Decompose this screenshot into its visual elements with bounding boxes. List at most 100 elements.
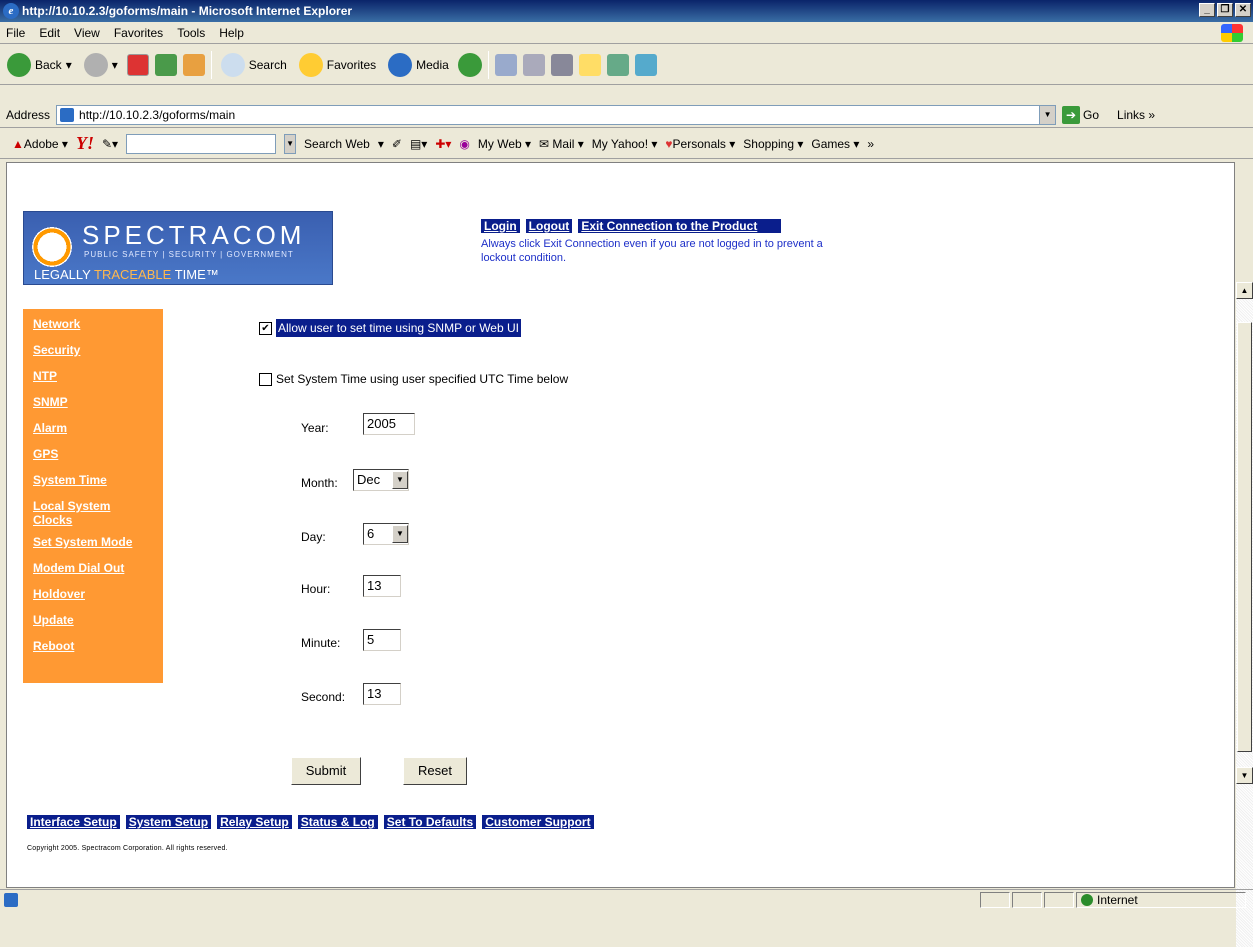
ie-logo-icon: e <box>3 3 19 19</box>
nav-set-system-mode[interactable]: Set System Mode <box>33 535 163 549</box>
nav-gps[interactable]: GPS <box>33 447 163 461</box>
nav-update[interactable]: Update <box>33 613 163 627</box>
year-label: Year: <box>301 421 329 435</box>
minimize-button[interactable]: _ <box>1199 3 1215 17</box>
hour-input[interactable]: 13 <box>363 575 401 597</box>
yahoo-toolbar: ▲Adobe ▾ Y! ✎▾ ▼ Search Web ▾ ✐ ▤▾ ✚▾ ◉ … <box>0 129 1253 159</box>
menu-tools[interactable]: Tools <box>177 26 205 40</box>
spectracom-logo: SPECTRACOM PUBLIC SAFETY | SECURITY | GO… <box>23 211 333 285</box>
mail-icon[interactable] <box>494 53 517 76</box>
form-fill-icon[interactable]: ▤▾ <box>410 137 427 151</box>
search-web-dropdown[interactable]: ▾ <box>378 137 384 151</box>
address-input[interactable]: http://10.10.2.3/goforms/main ▼ <box>56 104 1057 125</box>
go-label: Go <box>1083 107 1100 122</box>
reset-button[interactable]: Reset <box>403 757 467 785</box>
interface-setup-link[interactable]: Interface Setup <box>27 815 120 829</box>
set-system-time-checkbox[interactable] <box>259 372 272 386</box>
menu-file[interactable]: File <box>6 26 25 40</box>
stop-icon[interactable] <box>126 53 149 76</box>
exit-connection-link[interactable]: Exit Connection to the Product <box>578 219 782 233</box>
my-web-button[interactable]: My Web ▾ <box>478 137 531 151</box>
logo-subtitle: PUBLIC SAFETY | SECURITY | GOVERNMENT <box>84 250 294 259</box>
menu-help[interactable]: Help <box>219 26 244 40</box>
minute-input[interactable]: 5 <box>363 629 401 651</box>
search-label: Search <box>248 57 287 72</box>
logout-link[interactable]: Logout <box>525 219 573 233</box>
nav-snmp[interactable]: SNMP <box>33 395 163 409</box>
spectracom-emblem-icon <box>32 222 72 272</box>
submit-button[interactable]: Submit <box>291 757 361 785</box>
customer-support-link[interactable]: Customer Support <box>482 815 594 829</box>
nav-reboot[interactable]: Reboot <box>33 639 163 653</box>
nav-security[interactable]: Security <box>33 343 163 357</box>
day-label: Day: <box>301 530 326 544</box>
scroll-down-icon[interactable]: ▼ <box>1236 767 1253 784</box>
second-input[interactable]: 13 <box>363 683 401 705</box>
media-label: Media <box>416 57 449 72</box>
nav-system-time[interactable]: System Time <box>33 473 163 487</box>
address-url: http://10.10.2.3/goforms/main <box>79 107 236 122</box>
links-label: Links <box>1117 107 1146 122</box>
vertical-scrollbar[interactable]: ▲ ▼ <box>1236 162 1253 947</box>
year-input[interactable]: 2005 <box>363 413 415 435</box>
forward-button[interactable]: ▾ <box>81 51 121 79</box>
yahoo-search-input[interactable] <box>126 133 277 154</box>
scroll-up-icon[interactable]: ▲ <box>1236 282 1253 299</box>
back-button[interactable]: Back ▾ <box>4 51 75 79</box>
adobe-button[interactable]: ▲Adobe ▾ <box>12 137 68 151</box>
search-web-button[interactable]: Search Web <box>304 137 370 151</box>
print-icon[interactable] <box>522 53 545 76</box>
highlight-icon[interactable]: ✐ <box>392 137 402 151</box>
my-yahoo-button[interactable]: My Yahoo! ▾ <box>592 137 658 151</box>
yahoo-logo-icon[interactable]: Y! <box>76 133 94 154</box>
links-button[interactable]: Links » <box>1117 108 1155 122</box>
allow-set-time-checkbox[interactable]: ✔ <box>259 321 272 335</box>
pencil-icon[interactable]: ✎▾ <box>102 137 118 151</box>
login-link[interactable]: Login <box>481 219 520 233</box>
mail-button[interactable]: ✉ Mail ▾ <box>539 137 584 151</box>
nav-holdover[interactable]: Holdover <box>33 587 163 601</box>
history-icon[interactable] <box>457 52 482 77</box>
set-to-defaults-link[interactable]: Set To Defaults <box>383 815 477 829</box>
scrollbar-thumb[interactable] <box>1237 322 1252 752</box>
logo-tag-part3: TIME™ <box>171 267 219 282</box>
more-chevron-icon[interactable]: » <box>867 137 874 151</box>
back-label: Back <box>35 57 62 72</box>
refresh-icon[interactable] <box>154 53 177 76</box>
research-icon[interactable] <box>606 53 629 76</box>
relay-setup-link[interactable]: Relay Setup <box>217 815 292 829</box>
menu-favorites[interactable]: Favorites <box>114 26 163 40</box>
folder-icon[interactable] <box>578 53 601 76</box>
home-icon[interactable] <box>182 53 205 76</box>
games-button[interactable]: Games ▾ <box>811 137 859 151</box>
status-cells: Internet <box>980 892 1246 908</box>
nav-ntp[interactable]: NTP <box>33 369 163 383</box>
menu-view[interactable]: View <box>74 26 100 40</box>
close-button[interactable]: ✕ <box>1235 3 1251 17</box>
day-select[interactable]: 6 ▼ <box>363 523 409 545</box>
maximize-button[interactable]: ❐ <box>1217 3 1233 17</box>
favorites-label: Favorites <box>326 57 377 72</box>
status-log-link[interactable]: Status & Log <box>297 815 378 829</box>
nav-network[interactable]: Network <box>33 317 163 331</box>
system-setup-link[interactable]: System Setup <box>125 815 212 829</box>
nav-local-system-clocks[interactable]: Local System Clocks <box>33 499 123 527</box>
favorites-button[interactable]: Favorites <box>296 51 379 79</box>
month-value: Dec <box>357 472 381 487</box>
yahoo-search-dropdown[interactable]: ▼ <box>284 133 297 154</box>
search-button[interactable]: Search <box>218 51 290 79</box>
address-dropdown-icon[interactable]: ▼ <box>1039 105 1056 124</box>
window-title: http://10.10.2.3/goforms/main - Microsof… <box>22 4 353 18</box>
media-button[interactable]: Media <box>385 51 452 79</box>
nav-modem-dial-out[interactable]: Modem Dial Out <box>33 561 163 575</box>
menu-edit[interactable]: Edit <box>39 26 60 40</box>
month-select[interactable]: Dec ▼ <box>353 469 409 491</box>
messenger-icon[interactable] <box>634 53 657 76</box>
headphones-icon[interactable]: ◉ <box>459 137 469 151</box>
nav-alarm[interactable]: Alarm <box>33 421 163 435</box>
go-button[interactable]: ➔ Go <box>1062 105 1100 124</box>
personals-button[interactable]: ♥Personals ▾ <box>665 137 735 151</box>
antispy-icon[interactable]: ✚▾ <box>435 137 451 151</box>
shopping-button[interactable]: Shopping ▾ <box>743 137 803 151</box>
edit-icon[interactable] <box>550 53 573 76</box>
